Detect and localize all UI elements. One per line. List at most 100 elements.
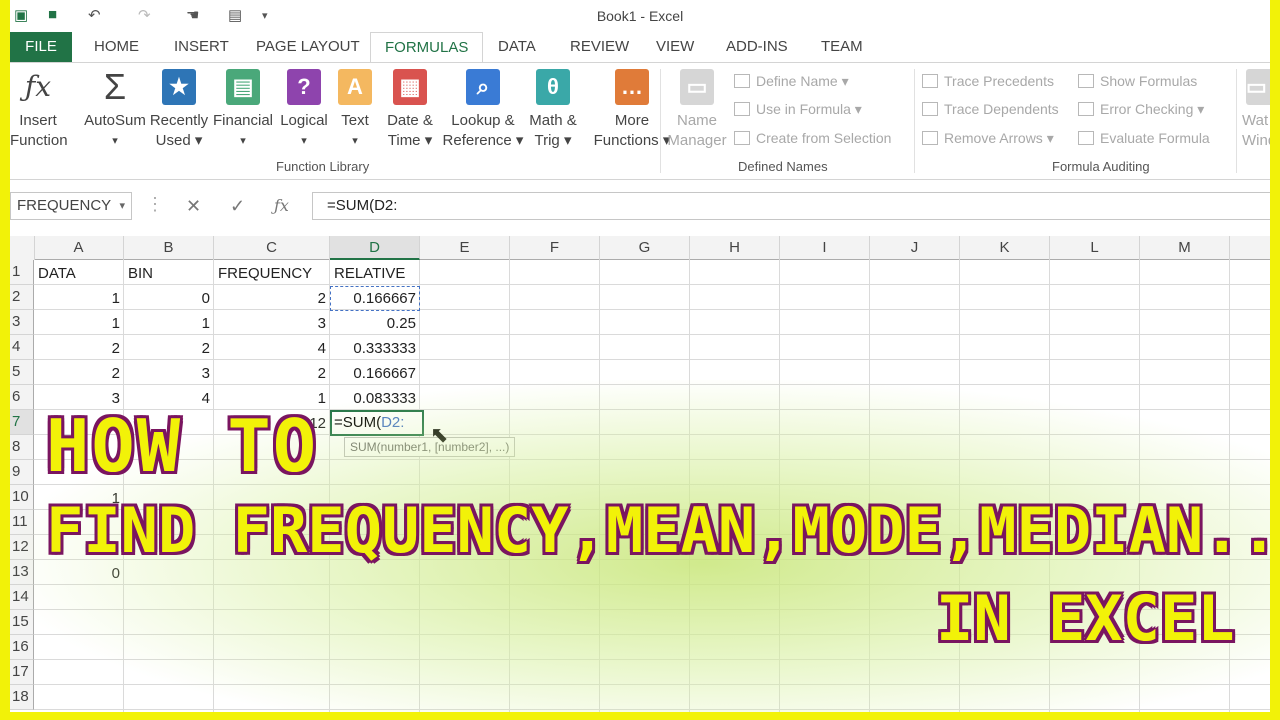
cell-b3[interactable]: 1 [124,311,214,336]
row-header-14[interactable]: 14 [10,585,34,610]
column-header-l[interactable]: L [1050,236,1140,260]
row-header-2[interactable]: 2 [10,285,34,310]
cell-d4[interactable]: 0.333333 [330,336,420,361]
row-header-5[interactable]: 5 [10,360,34,385]
question-book-icon: ? [287,69,321,105]
row-header-12[interactable]: 12 [10,535,34,560]
name-box[interactable]: FREQUENCY ▾ [10,192,132,220]
text-button[interactable]: A Text ▾ [334,69,376,151]
cell-d6[interactable]: 0.083333 [330,386,420,411]
show-formulas-button[interactable]: Show Formulas [1078,73,1197,89]
enter-check-icon[interactable]: ✓ [230,196,245,217]
tab-data[interactable]: DATA [484,32,550,62]
row-header-1[interactable]: 1 [10,260,34,285]
row-header-16[interactable]: 16 [10,635,34,660]
trace-precedents-button[interactable]: Trace Precedents [922,73,1054,89]
theta-book-icon: θ [536,69,570,105]
row-header-13[interactable]: 13 [10,560,34,585]
tab-formulas[interactable]: FORMULAS [370,32,484,63]
define-name-icon [734,74,750,88]
cell-d5[interactable]: 0.166667 [330,361,420,386]
row-header-10[interactable]: 10 [10,485,34,510]
use-in-formula-button[interactable]: Use in Formula ▾ [734,101,862,118]
error-checking-icon [1078,102,1094,116]
cell-a4[interactable]: 2 [34,336,124,361]
column-header-m[interactable]: M [1140,236,1230,260]
cell-b4[interactable]: 2 [124,336,214,361]
cancel-icon[interactable]: ✕ [186,196,201,217]
tab-add-ins[interactable]: ADD-INS [712,32,802,62]
name-box-dropdown-icon[interactable]: ▾ [119,193,125,219]
cell-a3[interactable]: 1 [34,311,124,336]
tab-page-layout[interactable]: PAGE LAYOUT [242,32,374,62]
column-header-f[interactable]: F [510,236,600,260]
cell-c3[interactable]: 3 [214,311,330,336]
show-formulas-icon [1078,74,1094,88]
gridline-vertical [689,260,690,712]
name-manager-button[interactable]: ▭ Name Manager [666,69,728,151]
column-header-d[interactable]: D [330,236,420,260]
column-header-g[interactable]: G [600,236,690,260]
column-header-j[interactable]: J [870,236,960,260]
ribbon-separator [1236,69,1237,173]
tab-review[interactable]: REVIEW [556,32,643,62]
use-in-formula-icon [734,102,750,116]
row-header-11[interactable]: 11 [10,510,34,535]
cell-d3[interactable]: 0.25 [330,311,420,336]
row-header-3[interactable]: 3 [10,310,34,335]
cell-d1[interactable]: RELATIVE [330,261,420,286]
insert-function-icon[interactable]: ƒx [274,196,289,215]
column-header-k[interactable]: K [960,236,1050,260]
cell-b1[interactable]: BIN [124,261,214,286]
column-header-i[interactable]: I [780,236,870,260]
defined-names-label: Defined Names [738,159,828,174]
date-time-button[interactable]: ▦ Date & Time ▾ [382,69,438,151]
watch-window-button[interactable]: ▭ Wat Wind [1242,69,1270,151]
autosum-button[interactable]: Σ AutoSum ▾ [82,69,148,151]
cell-a5[interactable]: 2 [34,361,124,386]
column-header-a[interactable]: A [34,236,124,260]
financial-button[interactable]: ▤ Financial ▾ [212,69,274,151]
row-header-9[interactable]: 9 [10,460,34,485]
tab-home[interactable]: HOME [80,32,153,62]
row-header-18[interactable]: 18 [10,685,34,710]
tab-team[interactable]: TEAM [807,32,877,62]
column-header-c[interactable]: C [214,236,330,260]
remove-arrows-button[interactable]: Remove Arrows ▾ [922,130,1054,147]
error-checking-button[interactable]: Error Checking ▾ [1078,101,1204,118]
create-from-selection-button[interactable]: Create from Selection [734,130,891,146]
row-header-6[interactable]: 6 [10,385,34,410]
column-header-h[interactable]: H [690,236,780,260]
evaluate-formula-button[interactable]: Evaluate Formula [1078,130,1210,146]
math-trig-button[interactable]: θ Math & Trig ▾ [522,69,584,151]
row-header-7[interactable]: 7 [10,410,34,435]
cell-c5[interactable]: 2 [214,361,330,386]
cell-b2[interactable]: 0 [124,286,214,311]
define-name-button[interactable]: Define Name ▾ [734,73,849,90]
tab-file[interactable]: FILE [10,32,72,62]
column-header-b[interactable]: B [124,236,214,260]
tab-view[interactable]: VIEW [642,32,708,62]
trace-dependents-button[interactable]: Trace Dependents [922,101,1059,117]
cell-c4[interactable]: 4 [214,336,330,361]
lookup-reference-button[interactable]: ⌕ Lookup & Reference ▾ [440,69,526,151]
row-header-15[interactable]: 15 [10,610,34,635]
cell-b5[interactable]: 3 [124,361,214,386]
row-header-8[interactable]: 8 [10,435,34,460]
tab-insert[interactable]: INSERT [160,32,243,62]
column-header-e[interactable]: E [420,236,510,260]
cell-c2[interactable]: 2 [214,286,330,311]
cell-a2[interactable]: 1 [34,286,124,311]
row-header-4[interactable]: 4 [10,335,34,360]
formula-input[interactable]: =SUM(D2: [312,192,1270,220]
logical-button[interactable]: ? Logical ▾ [276,69,332,151]
select-all-corner[interactable] [10,236,35,260]
row-header-17[interactable]: 17 [10,660,34,685]
cell-c1[interactable]: FREQUENCY [214,261,330,286]
more-functions-button[interactable]: … More Functions ▾ [588,69,676,151]
formula-bar: FREQUENCY ▾ ⋮ ✕ ✓ ƒx =SUM(D2: [10,186,1270,226]
recently-used-button[interactable]: ★ Recently Used ▾ [148,69,210,151]
cell-a1[interactable]: DATA [34,261,124,286]
insert-function-button[interactable]: ƒx Insert Function [10,69,68,151]
cell-d7-editing[interactable]: =SUM(D2: [330,410,424,436]
